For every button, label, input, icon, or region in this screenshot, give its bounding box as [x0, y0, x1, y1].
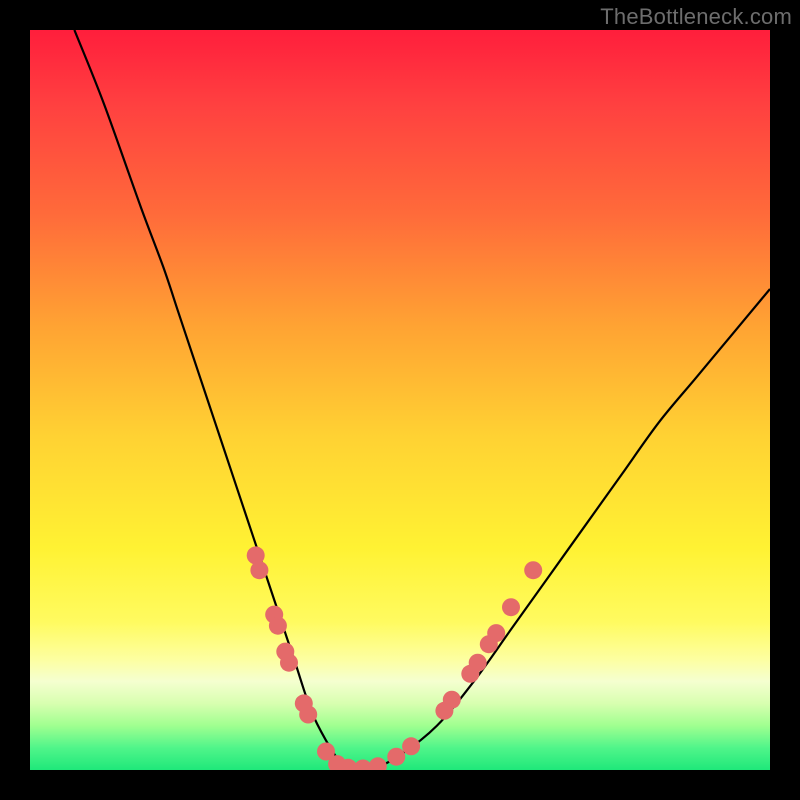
data-marker	[487, 624, 505, 642]
data-marker	[469, 654, 487, 672]
data-marker	[402, 737, 420, 755]
data-marker	[443, 691, 461, 709]
data-marker	[369, 757, 387, 770]
data-marker	[387, 748, 405, 766]
data-marker	[269, 617, 287, 635]
data-marker	[250, 561, 268, 579]
data-marker	[524, 561, 542, 579]
data-marker	[280, 654, 298, 672]
watermark-text: TheBottleneck.com	[600, 4, 792, 30]
bottleneck-curve	[74, 30, 770, 770]
marker-layer	[247, 546, 543, 770]
data-marker	[502, 598, 520, 616]
chart-overlay	[30, 30, 770, 770]
chart-frame: TheBottleneck.com	[0, 0, 800, 800]
data-marker	[299, 706, 317, 724]
